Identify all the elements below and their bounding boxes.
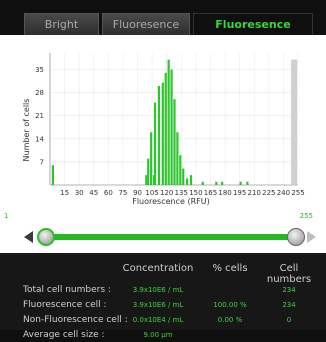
histogram-bar	[186, 178, 189, 185]
header-concentration: Concentration	[122, 263, 194, 274]
histogram-bar	[147, 158, 150, 185]
x-tick-label: 45	[89, 189, 98, 197]
row-label: Average cell size :	[23, 330, 105, 340]
row-label: Non-Fluorescence cell :	[23, 315, 128, 325]
row-label: Fluorescence cell :	[23, 300, 107, 310]
histogram-bar	[176, 132, 179, 185]
percent-value: 0.00 %	[217, 316, 243, 324]
x-tick-label: 180	[218, 189, 231, 197]
x-axis-label: Fluorescence (RFU)	[132, 197, 210, 206]
histogram-bar	[182, 168, 185, 185]
histogram-bar	[157, 86, 161, 185]
x-tick-label: 135	[175, 189, 188, 197]
x-axis-ticks: 15 30 45 60 75 90 105 120 135 150 165 180 195 210 225 2…	[60, 189, 305, 197]
concentration-value: 3.9x10E6 / mL	[132, 301, 184, 309]
slider-high-handle[interactable]	[287, 228, 305, 246]
histogram-bar	[179, 155, 182, 185]
tab-fluorescence[interactable]: Fluoresence	[102, 13, 190, 35]
gate-range-slider[interactable]	[0, 225, 326, 249]
histogram-bar	[164, 72, 167, 185]
x-tick-label: 150	[189, 189, 202, 197]
decrease-arrow-icon[interactable]	[24, 231, 33, 243]
header-percent-cells: % cells	[212, 263, 248, 274]
increase-arrow-icon[interactable]	[307, 231, 316, 243]
x-tick-label: 195	[233, 189, 246, 197]
histogram-chart: 7 14 21 28 35 15 30 45 60 75 90 105 120 135 150 165 180…	[4, 53, 313, 220]
histogram-bar	[167, 59, 170, 185]
header-cell-numbers: Cell numbers	[266, 263, 312, 285]
histogram-bar	[221, 181, 224, 185]
count-value: 234	[282, 286, 296, 294]
tab-fluorescence-gating[interactable]: Fluoresence Gating	[193, 13, 313, 53]
concentration-value: 3.9x10E6 / mL	[132, 286, 184, 294]
histogram-bar	[153, 102, 157, 185]
y-axis-ticks: 7 14 21 28 35	[35, 66, 44, 166]
x-tick-label: 225	[262, 189, 275, 197]
y-tick-label: 7	[40, 158, 44, 166]
y-tick-label: 35	[35, 66, 44, 74]
table-row: Non-Fluorescence cell : 0.0x10E4 / mL 0.…	[0, 315, 326, 327]
histogram-bar	[246, 181, 249, 185]
histogram-bar	[51, 165, 55, 185]
concentration-value: 0.0x10E4 / mL	[132, 316, 184, 324]
tab-bright[interactable]: Bright	[24, 13, 99, 35]
histogram-bar	[189, 175, 193, 185]
count-value: 234	[282, 301, 296, 309]
histogram-bar	[150, 132, 153, 185]
x-tick-label: 165	[204, 189, 217, 197]
table-row: Total cell numbers : 3.9x10E6 / mL 234	[0, 285, 326, 297]
x-tick-label: 30	[75, 189, 84, 197]
histogram-bar	[173, 99, 176, 185]
y-tick-label: 21	[35, 112, 44, 120]
table-row: Average cell size : 9.00 μm	[0, 330, 326, 342]
x-tick-label: 75	[118, 189, 127, 197]
tab-bar: Bright Fluoresence Fluoresence Gating	[24, 13, 314, 53]
histogram-bar	[201, 181, 204, 185]
x-tick-label: 15	[60, 189, 69, 197]
x-tick-label: 60	[104, 189, 113, 197]
average-size-value: 9.00 μm	[143, 331, 173, 339]
table-row: Fluorescence cell : 3.9x10E6 / mL 100.00…	[0, 300, 326, 312]
percent-value: 100.00 %	[213, 301, 247, 309]
histogram-bar	[215, 181, 218, 185]
histogram-bar	[161, 82, 164, 185]
row-label: Total cell numbers :	[23, 285, 111, 295]
y-tick-label: 28	[35, 89, 44, 97]
count-value: 0	[286, 316, 292, 324]
y-tick-label: 14	[35, 135, 44, 143]
slider-selected-range	[44, 234, 296, 240]
gate-marker-bar	[291, 59, 298, 185]
x-tick-label: 240	[277, 189, 290, 197]
x-tick-label: 105	[145, 189, 158, 197]
x-tick-label: 255	[291, 189, 304, 197]
x-tick-label: 120	[160, 189, 173, 197]
histogram-panel: 7 14 21 28 35 15 30 45 60 75 90 105 120 135 150 165 180…	[0, 35, 326, 253]
y-axis-label: Number of cells	[22, 99, 31, 162]
slider-low-handle[interactable]	[36, 228, 55, 246]
histogram-bar	[170, 69, 173, 185]
range-max-label: 255	[300, 212, 313, 220]
results-table: Concentration % cells Cell numbers Total…	[0, 253, 326, 340]
x-tick-label: 90	[133, 189, 142, 197]
x-tick-label: 210	[248, 189, 261, 197]
chart-bars	[51, 59, 298, 185]
histogram-bar	[239, 181, 242, 185]
histogram-bar	[145, 175, 148, 185]
range-min-label: 1	[4, 212, 8, 220]
